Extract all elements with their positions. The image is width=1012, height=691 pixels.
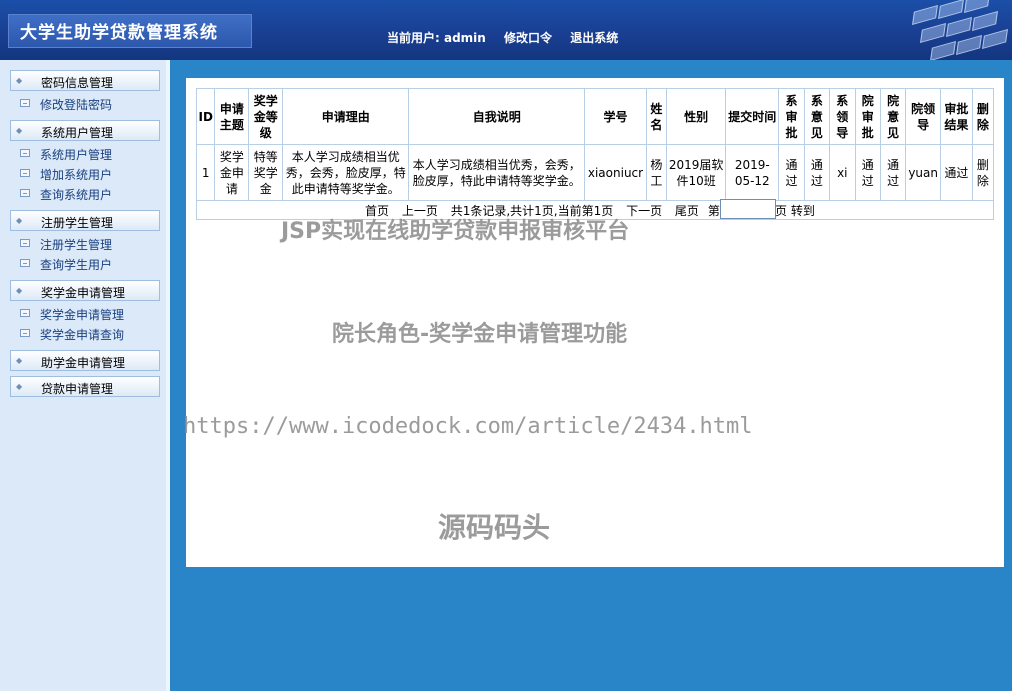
menu-group-icon: ◆ [16,382,23,391]
column-header: 提交时间 [725,88,780,145]
menu-item-label: 奖学金申请管理 [40,308,125,322]
user-bar: 当前用户: admin 修改口令 退出系统 [387,29,632,46]
menu-group-label: 助学金申请管理 [41,356,126,370]
menu-item-icon [20,239,30,247]
app-title: 大学生助学贷款管理系统 [20,23,218,43]
column-header: 系审批 [778,88,805,145]
table-cell: 1 [195,144,216,201]
table-cell: 2019届软件10班 [665,144,727,201]
goto-label[interactable]: 页 转到 [775,202,815,219]
menu-group-icon: ◆ [16,356,23,365]
menu-item-label: 奖学金申请查询 [40,328,125,342]
menu-group-3[interactable]: ◆ 奖学金申请管理 [10,280,160,301]
watermark-subtitle: 院长角色-奖学金申请管理功能 [332,322,628,347]
menu-item-label: 增加系统用户 [40,168,113,182]
watermark-url: https://www.icodedock.com/article/2434.h… [183,414,753,439]
menu-group-icon: ◆ [16,126,23,135]
column-header: 系意见 [803,88,831,145]
table-cell: 通过 [879,144,907,201]
table-cell: 通过 [803,144,831,201]
column-header: 申请理由 [282,88,410,145]
logout-link[interactable]: 退出系统 [570,31,618,45]
current-user-label: 当前用户: admin [387,31,486,45]
menu-item-label: 查询学生用户 [40,258,113,272]
table-cell: yuan [905,144,941,201]
menu-group-label: 贷款申请管理 [41,382,114,396]
column-header: 院领导 [905,88,941,145]
column-header: 院审批 [854,88,881,145]
menu-item-icon [20,259,30,267]
menu-group-4[interactable]: ◆ 助学金申请管理 [10,350,160,371]
menu-group-1[interactable]: ◆ 系统用户管理 [10,120,160,141]
menu-group-label: 注册学生管理 [41,216,114,230]
table-header-row: ID 申请主题 奖学金等级 申请理由 自我说明 学号 姓名 性别 提交时间 系审批 系意见 系领导 院审… [195,88,995,145]
menu-group-2[interactable]: ◆ 注册学生管理 [10,210,160,231]
column-header: 申请主题 [214,88,250,145]
menu-group-icon: ◆ [16,216,23,225]
table-row: 1 奖学金申请 特等奖学金 本人学习成绩相当优秀，会秀，脸皮厚，特此申请特等奖学金。本… [195,144,995,201]
table-cell: 通过 [939,144,973,201]
menu-item-label: 修改登陆密码 [40,98,113,112]
menu-item-label: 注册学生管理 [40,238,113,252]
table-cell: 2019-05-12 [725,144,780,201]
table-cell: 特等奖学金 [248,144,284,201]
page-number-input[interactable] [720,199,776,219]
column-header: 审批结果 [939,88,973,145]
column-header: 性别 [665,88,727,145]
menu-group-icon: ◆ [16,286,23,295]
table-cell: xiaoniucr [584,144,647,201]
column-header: 奖学金等级 [248,88,284,145]
scholarship-table: ID 申请主题 奖学金等级 申请理由 自我说明 学号 姓名 性别 提交时间 系审批 系意见 系领导 院审… [195,88,995,201]
table-cell: 通过 [854,144,881,201]
column-header: 自我说明 [408,88,586,145]
menu-group-0[interactable]: ◆ 密码信息管理 [10,70,160,91]
menu-item-label: 系统用户管理 [40,148,113,162]
table-cell: 通过 [778,144,805,201]
menu-group-label: 奖学金申请管理 [41,286,126,300]
menu-group-icon: ◆ [16,76,23,85]
menu-item-icon [20,329,30,337]
column-header: 学号 [584,88,647,145]
menu-item-icon [20,99,30,107]
delete-link[interactable]: 删除 [971,144,995,201]
page-prefix: 第 [707,204,720,218]
table-cell: 杨工 [645,144,667,201]
column-header: ID [195,88,216,145]
next-page-link[interactable]: 下一页 [626,204,662,218]
column-header: 系领导 [829,88,856,145]
watermark-title: JSP实现在线助学贷款申报审核平台 [281,219,630,244]
table-body: 1 奖学金申请 特等奖学金 本人学习成绩相当优秀，会秀，脸皮厚，特此申请特等奖学金。本… [195,144,995,201]
column-header: 院意见 [879,88,907,145]
table-cell: 本人学习成绩相当优秀，会秀，脸皮厚，特此申请特等奖学金。 [282,144,410,201]
keyboard-decoration [902,0,1012,60]
table-cell: 本人学习成绩相当优秀，会秀，脸皮厚，特此申请特等奖学金。 [408,144,586,201]
change-password-link[interactable]: 修改口令 [504,31,552,45]
table-cell: 奖学金申请 [214,144,250,201]
watermark-brand: 源码码头 [438,511,551,544]
table-cell: xi [829,144,856,201]
column-header: 姓名 [645,88,667,145]
menu-item-icon [20,149,30,157]
menu-item-label: 查询系统用户 [40,188,113,202]
menu-item-icon [20,309,30,317]
last-page-link[interactable]: 尾页 [675,204,699,218]
column-header: 删除 [971,88,995,145]
menu-item-icon [20,189,30,197]
menu-group-5[interactable]: ◆ 贷款申请管理 [10,376,160,397]
menu-group-label: 系统用户管理 [41,126,114,140]
menu-item-icon [20,169,30,177]
top-header: 大学生助学贷款管理系统 当前用户: admin 修改口令 退出系统 [0,0,1012,60]
menu-group-label: 密码信息管理 [41,76,114,90]
